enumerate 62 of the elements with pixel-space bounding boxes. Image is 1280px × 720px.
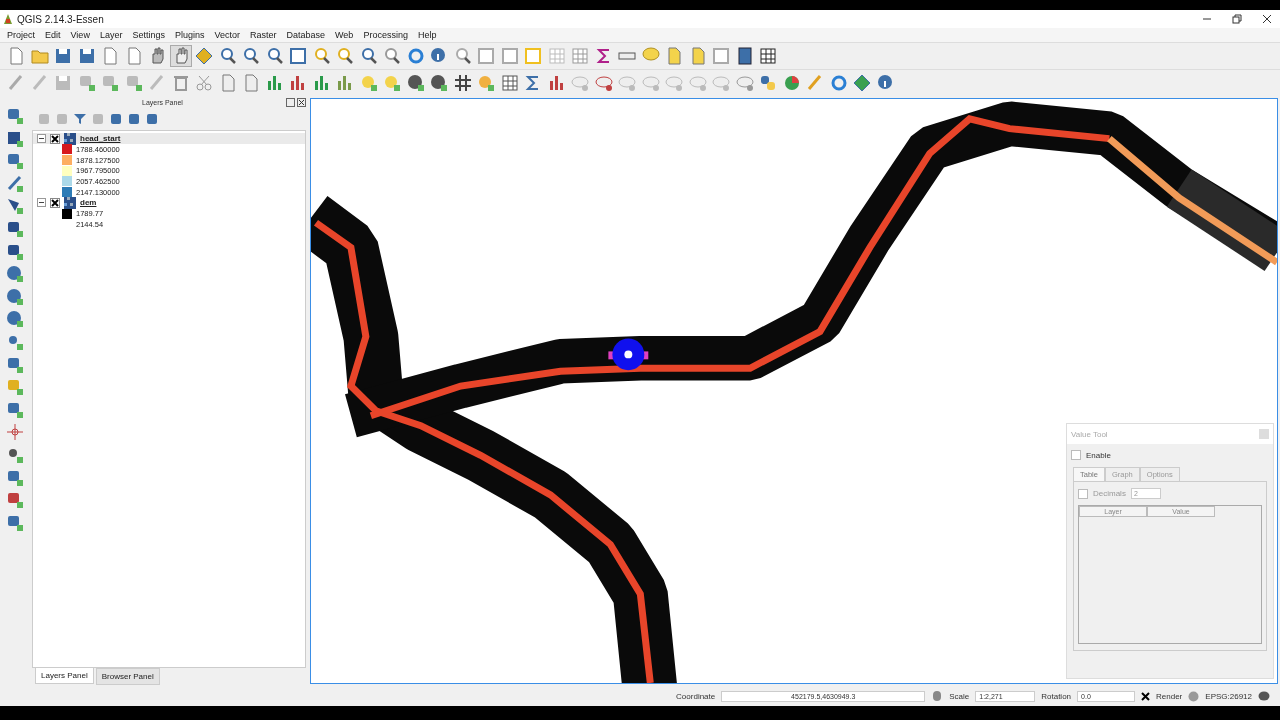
checkbox-label: Enable <box>1086 450 1111 460</box>
scissors-icon[interactable] <box>194 73 214 93</box>
layer-row[interactable]: dem <box>33 197 305 209</box>
menu-item[interactable]: Vector <box>209 30 245 40</box>
checkbox[interactable] <box>50 133 60 144</box>
menu-item[interactable]: Web <box>330 30 359 40</box>
crosshair-icon[interactable] <box>5 422 25 443</box>
hash-icon[interactable] <box>452 73 473 93</box>
vector-plus-icon[interactable] <box>5 106 25 126</box>
menu-item[interactable]: Processing <box>358 30 413 40</box>
filter-icon[interactable] <box>73 112 87 126</box>
menu-item[interactable]: Settings <box>127 30 170 40</box>
raster-icon[interactable] <box>499 73 520 93</box>
menu-item[interactable]: Help <box>412 30 442 40</box>
window-title: QGIS 2.14.3-Essen <box>17 13 104 25</box>
menu-item[interactable]: View <box>65 30 95 40</box>
dot-icon[interactable] <box>476 73 496 93</box>
panel-title: Value Tool <box>1071 429 1108 439</box>
menu-item[interactable]: Edit <box>40 30 66 40</box>
layer-plus-icon[interactable] <box>5 196 25 217</box>
mouse-icon[interactable] <box>931 690 944 702</box>
crs-label[interactable]: EPSG:26912 <box>1205 691 1252 701</box>
magnifier-icon[interactable] <box>335 46 355 66</box>
diamond-icon[interactable] <box>194 46 214 66</box>
magnifier-icon[interactable] <box>382 46 402 66</box>
menu-item[interactable]: Raster <box>245 30 282 40</box>
status-label: Rotation <box>1041 691 1072 701</box>
menu-item[interactable]: Plugins <box>169 30 210 40</box>
menu-item[interactable]: Project <box>2 30 40 40</box>
collapse-icon[interactable] <box>37 134 46 143</box>
pencil-plus-icon[interactable] <box>5 173 25 194</box>
app-logo-icon <box>3 13 13 25</box>
restore-icon[interactable] <box>1232 14 1242 24</box>
hand-icon[interactable] <box>170 46 191 66</box>
layer-name: head_start <box>80 134 121 143</box>
circle-icon[interactable] <box>405 73 426 93</box>
label-icon[interactable] <box>593 73 614 93</box>
status-label: Scale <box>949 691 970 701</box>
checkbox[interactable] <box>50 197 60 208</box>
checkbox-label: Decimals <box>1093 489 1126 498</box>
collapse-icon[interactable] <box>37 198 46 208</box>
magnifier-icon[interactable] <box>241 46 261 66</box>
layer-plus-icon[interactable] <box>5 151 25 172</box>
menu-item[interactable]: Database <box>281 30 331 40</box>
panel-tab[interactable]: Browser Panel <box>95 668 160 685</box>
undock-icon[interactable] <box>286 97 295 107</box>
menu-item[interactable]: Layer <box>94 30 128 40</box>
status-label: Coordinate <box>676 691 716 701</box>
layer-name: dem <box>80 198 97 208</box>
panel-tab[interactable]: Layers Panel <box>35 668 94 684</box>
checkbox[interactable] <box>1078 488 1088 499</box>
checkbox-label: Render <box>1156 691 1183 701</box>
circle-icon[interactable] <box>429 73 449 93</box>
layer-row[interactable]: head_start <box>33 133 305 144</box>
checkbox[interactable] <box>1071 450 1081 460</box>
checkbox[interactable] <box>1141 691 1151 701</box>
layer-icon[interactable] <box>5 490 25 511</box>
close-icon[interactable] <box>297 97 306 107</box>
close-icon[interactable] <box>1262 14 1272 24</box>
raster-layer-icon <box>64 132 76 145</box>
table-icon[interactable] <box>758 46 778 66</box>
speech-bubble-icon[interactable] <box>1258 690 1270 702</box>
